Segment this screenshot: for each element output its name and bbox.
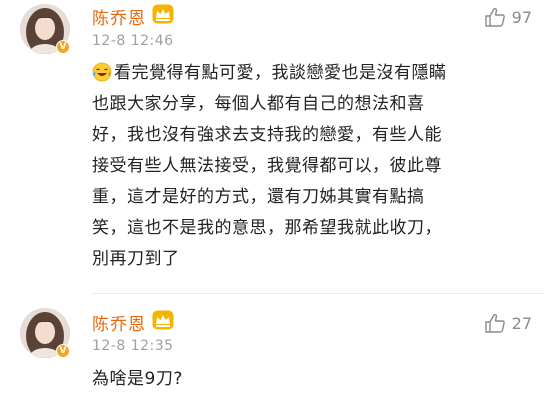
crown-icon: [152, 310, 174, 330]
comment-line: 為啥是9刀?: [92, 369, 183, 389]
thumbs-up-icon: [484, 7, 505, 27]
comment-line: 別再刀到了: [92, 249, 180, 269]
username[interactable]: 陈乔恩: [92, 4, 146, 29]
divider: [92, 293, 544, 294]
laughing-crying-emoji-icon: [92, 62, 112, 82]
timestamp: 12-8 12:35: [92, 338, 174, 354]
like-button[interactable]: 27: [484, 312, 532, 334]
crown-icon: [152, 4, 174, 24]
comment-item: V 陈乔恩 12-8 12:46 97 看完覺得有點可愛，我談戀愛也是沒有隱瞞 …: [0, 0, 544, 294]
thumbs-up-icon: [484, 313, 505, 333]
verified-badge-icon: V: [56, 344, 70, 358]
like-button[interactable]: 97: [484, 6, 532, 28]
comment-line: 也跟大家分享，每個人都有自己的想法和喜: [92, 94, 425, 114]
verified-badge-icon: V: [56, 40, 70, 54]
comment-line: 重，這才是好的方式，還有刀姊其實有點搞: [92, 187, 425, 207]
comment-text: 看完覺得有點可愛，我談戀愛也是沒有隱瞞 也跟大家分享，每個人都有自己的想法和喜 …: [92, 58, 524, 275]
comment-line: 看完覺得有點可愛，我談戀愛也是沒有隱瞞: [92, 58, 524, 89]
like-count: 97: [511, 7, 532, 27]
comment-line: 好，我也沒有強求去支持我的戀愛，有些人能: [92, 125, 442, 145]
like-count: 27: [511, 313, 532, 333]
comment-list: V 陈乔恩 12-8 12:46 97 看完覺得有點可愛，我談戀愛也是沒有隱瞞 …: [0, 0, 544, 404]
comment-text: 為啥是9刀?: [92, 364, 524, 395]
comment-item: V 陈乔恩 12-8 12:35 27 為啥是9刀?: [0, 300, 544, 404]
timestamp: 12-8 12:46: [92, 33, 174, 49]
comment-line: 笑，這也不是我的意思，那希望我就此收刀，: [92, 218, 442, 238]
username[interactable]: 陈乔恩: [92, 310, 146, 335]
comment-line: 接受有些人無法接受，我覺得都可以，彼此尊: [92, 156, 442, 176]
